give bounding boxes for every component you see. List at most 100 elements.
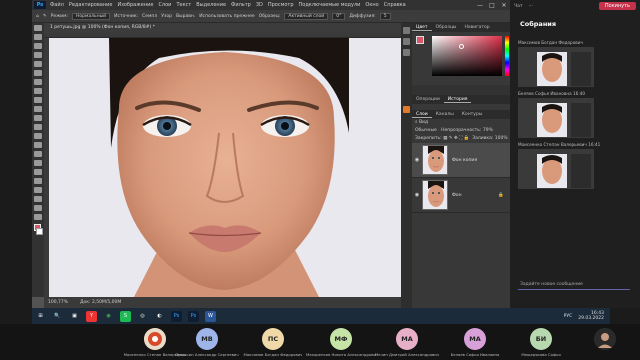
- menu-help[interactable]: Справка: [384, 2, 406, 8]
- chat-tab[interactable]: Чат: [514, 4, 522, 9]
- canvas-area[interactable]: [49, 38, 401, 297]
- layer-name[interactable]: Фон: [452, 193, 462, 198]
- healing-tool-icon[interactable]: [34, 88, 42, 94]
- start-icon[interactable]: ⊞: [35, 311, 46, 322]
- layer-row[interactable]: ◉ Фон 🔒: [412, 178, 510, 213]
- fill-field[interactable]: 100%: [495, 136, 508, 141]
- message-image[interactable]: [518, 98, 594, 138]
- spotify-icon[interactable]: S: [120, 310, 131, 322]
- menu-file[interactable]: Файл: [50, 2, 64, 8]
- history-brush-tool-icon[interactable]: [34, 115, 42, 121]
- move-tool-icon[interactable]: [34, 25, 42, 31]
- menu-view[interactable]: Просмотр: [268, 2, 294, 8]
- background-color-swatch[interactable]: [36, 228, 43, 235]
- tab-paths[interactable]: Контуры: [458, 112, 487, 117]
- more-icon[interactable]: ⋯: [528, 4, 533, 9]
- source-pattern-radio[interactable]: Узор: [161, 14, 172, 19]
- magic-wand-tool-icon[interactable]: [34, 52, 42, 58]
- more-tools-icon[interactable]: [34, 214, 42, 220]
- menu-text[interactable]: Текст: [176, 2, 191, 8]
- opacity-field[interactable]: 79%: [483, 128, 493, 133]
- menu-layers[interactable]: Слои: [158, 2, 171, 8]
- aligned-checkbox[interactable]: Выравн.: [176, 14, 195, 19]
- photoshop-icon[interactable]: Ps: [188, 310, 199, 322]
- dock-swatches-icon[interactable]: [403, 38, 410, 45]
- new-message-input[interactable]: Задайте новое сообщение: [518, 280, 630, 290]
- zoom-tool-icon[interactable]: [34, 205, 42, 211]
- frame-tool-icon[interactable]: [34, 70, 42, 76]
- blend-mode-select[interactable]: Обычные: [415, 128, 437, 133]
- document-tab[interactable]: 1 ретушь.jpg @ 100% (Фон копия, RGB/8#) …: [44, 23, 401, 33]
- tab-channels[interactable]: Каналы: [432, 112, 458, 117]
- path-select-tool-icon[interactable]: [34, 178, 42, 184]
- eye-icon[interactable]: ◉: [412, 157, 422, 163]
- tab-swatches[interactable]: Образцы: [432, 25, 461, 30]
- leave-button[interactable]: Покинуть: [598, 2, 636, 10]
- legacy-checkbox[interactable]: Использовать прежнее: [199, 14, 254, 19]
- color-picker-ring[interactable]: [459, 44, 464, 49]
- participant-tile[interactable]: МВ Прошкин Александр Сергеевич: [172, 324, 242, 360]
- word-icon[interactable]: W: [205, 310, 216, 322]
- tab-navigator[interactable]: Навигатор: [461, 25, 494, 30]
- source-sample-radio[interactable]: Семпл: [142, 14, 157, 19]
- tab-actions[interactable]: Операции: [412, 97, 444, 102]
- hue-slider[interactable]: [505, 36, 509, 76]
- eyedropper-tool-icon[interactable]: [34, 79, 42, 85]
- lock-icons[interactable]: ▦ ✎ ✥ ⛶ 🔒: [443, 136, 469, 141]
- dock-adjust-icon[interactable]: [403, 49, 410, 56]
- type-tool-icon[interactable]: [34, 169, 42, 175]
- color-field[interactable]: [432, 36, 502, 76]
- menu-filter[interactable]: Фильтр: [231, 2, 251, 8]
- menu-edit[interactable]: Редактирование: [69, 2, 113, 8]
- stamp-tool-icon[interactable]: [34, 106, 42, 112]
- app-icon[interactable]: ◐: [154, 311, 165, 322]
- sample-select[interactable]: Активный слой: [284, 12, 329, 20]
- minimize-icon[interactable]: —: [474, 2, 486, 9]
- marquee-tool-icon[interactable]: [34, 34, 42, 40]
- layer-name[interactable]: Фон копия: [452, 158, 477, 163]
- tab-layers[interactable]: Слои: [412, 112, 432, 118]
- lasso-tool-icon[interactable]: [34, 43, 42, 49]
- participant-tile[interactable]: ПС Максимов Богдан Федорович: [238, 324, 308, 360]
- participant-tile[interactable]: МФ Макаренков Никита Александрович: [306, 324, 376, 360]
- search-icon[interactable]: 🔍: [52, 311, 63, 322]
- menu-image[interactable]: Изображение: [117, 2, 153, 8]
- zoom-readout[interactable]: 100,77%: [48, 297, 68, 308]
- layer-kind[interactable]: Вид: [419, 120, 428, 125]
- fg-swatch[interactable]: [416, 36, 424, 44]
- message-image[interactable]: [518, 47, 594, 87]
- tab-history[interactable]: История: [443, 97, 472, 103]
- layer-row[interactable]: ◉ Фон копия: [412, 143, 510, 178]
- language-indicator[interactable]: РУС: [564, 314, 573, 319]
- app-icon[interactable]: ◎: [137, 311, 148, 322]
- dock-color-icon[interactable]: [403, 27, 410, 34]
- eraser-tool-icon[interactable]: [34, 124, 42, 130]
- maximize-icon[interactable]: □: [486, 2, 498, 9]
- close-icon[interactable]: ✕: [498, 2, 510, 9]
- menu-3d[interactable]: 3D: [256, 2, 263, 8]
- angle-field[interactable]: 0°: [332, 12, 346, 20]
- participant-tile[interactable]: [570, 324, 640, 360]
- message-image[interactable]: [518, 149, 594, 189]
- mode-select[interactable]: Нормальный: [72, 12, 111, 20]
- blur-tool-icon[interactable]: [34, 142, 42, 148]
- diffusion-field[interactable]: 5: [379, 12, 391, 20]
- menu-select[interactable]: Выделение: [196, 2, 226, 8]
- home-icon[interactable]: ⌂: [36, 14, 39, 19]
- participant-tile[interactable]: МА Беляев Софья Ивановна: [440, 324, 510, 360]
- menu-plugins[interactable]: Подключаемые модули: [299, 2, 361, 8]
- yandex-icon[interactable]: Y: [86, 310, 97, 322]
- participant-tile[interactable]: БИ Мещерякова Софья: [506, 324, 576, 360]
- hand-tool-icon[interactable]: [34, 196, 42, 202]
- dodge-tool-icon[interactable]: [34, 151, 42, 157]
- healing-brush-icon[interactable]: ✎: [43, 14, 47, 19]
- shape-tool-icon[interactable]: [34, 187, 42, 193]
- dock-history-icon[interactable]: [403, 106, 410, 113]
- layer-filter[interactable]: ⌕ Вид: [412, 119, 510, 127]
- brush-tool-icon[interactable]: [34, 97, 42, 103]
- pen-tool-icon[interactable]: [34, 160, 42, 166]
- clock[interactable]: 16:43 29.03.2022: [578, 311, 610, 321]
- tab-color[interactable]: Цвет: [412, 25, 432, 31]
- photoshop-icon[interactable]: Ps: [171, 310, 182, 322]
- participant-tile[interactable]: МА Мечин Дмитрий Александрович: [372, 324, 442, 360]
